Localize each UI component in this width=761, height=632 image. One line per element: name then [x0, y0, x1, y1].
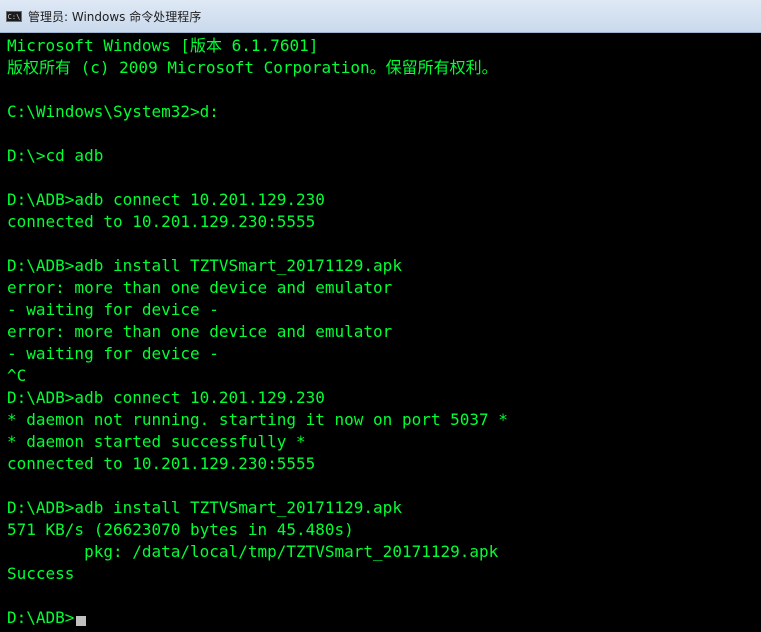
console-line: 571 KB/s (26623070 bytes in 45.480s): [7, 520, 354, 539]
console-line: connected to 10.201.129.230:5555: [7, 212, 316, 231]
active-prompt-line[interactable]: D:\ADB>: [7, 607, 761, 629]
console-line: * daemon started successfully *: [7, 432, 306, 451]
console-line: error: more than one device and emulator: [7, 322, 393, 341]
console-line: D:\ADB>adb install TZTVSmart_20171129.ap…: [7, 256, 402, 275]
console-line: error: more than one device and emulator: [7, 278, 393, 297]
console-line: - waiting for device -: [7, 344, 219, 363]
console-line: Microsoft Windows [版本 6.1.7601]: [7, 36, 319, 55]
console-line: ^C: [7, 366, 27, 385]
console-line: connected to 10.201.129.230:5555: [7, 454, 316, 473]
command-prompt-window: C:\ 管理员: Windows 命令处理程序 Microsoft Window…: [0, 0, 761, 632]
title-bar[interactable]: C:\ 管理员: Windows 命令处理程序: [0, 0, 761, 33]
console-line: C:\Windows\System32>d:: [7, 102, 219, 121]
console-line: D:\ADB>adb connect 10.201.129.230: [7, 388, 325, 407]
prompt-text: D:\ADB>: [7, 608, 75, 627]
console-line: * daemon not running. starting it now on…: [7, 410, 508, 429]
console-line: D:\>cd adb: [7, 146, 104, 165]
console-line: - waiting for device -: [7, 300, 219, 319]
console-line: D:\ADB>adb connect 10.201.129.230: [7, 190, 325, 209]
console-line: pkg: /data/local/tmp/TZTVSmart_20171129.…: [7, 542, 499, 561]
console-output-area[interactable]: Microsoft Windows [版本 6.1.7601] 版权所有 (c)…: [0, 34, 761, 632]
window-title: 管理员: Windows 命令处理程序: [28, 9, 202, 24]
console-app-icon: C:\: [6, 10, 22, 22]
console-line: Success: [7, 564, 75, 583]
console-line: D:\ADB>adb install TZTVSmart_20171129.ap…: [7, 498, 402, 517]
text-cursor: [76, 616, 87, 626]
console-line: 版权所有 (c) 2009 Microsoft Corporation。保留所有…: [7, 58, 498, 77]
